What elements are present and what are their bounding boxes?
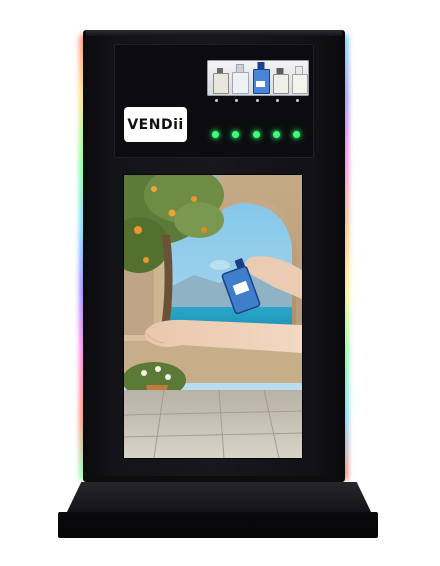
status-led-icon[interactable] [253,131,260,138]
perfume-bottle-icon[interactable] [213,68,229,94]
bottle-slot-dot [235,99,238,102]
perfume-bottle-icon[interactable] [273,68,289,94]
status-led-icon[interactable] [273,131,280,138]
status-led-icon[interactable] [212,131,219,138]
status-led-icon[interactable] [293,131,300,138]
brand-logo: VENDii [124,107,187,142]
brand-logo-text: VENDii [127,116,184,133]
bottle-display-window [207,60,309,96]
display-screen[interactable] [123,174,303,459]
perfume-bottle-icon[interactable] [253,62,270,94]
advertisement-scene [124,175,302,458]
status-led-icon[interactable] [232,131,239,138]
bottle-slot-dot [215,99,218,102]
base-plinth-front [58,512,378,538]
perfume-vending-kiosk: VENDii [0,0,440,566]
bottle-slot-dot [276,99,279,102]
bottle-slot-dot [256,99,259,102]
perfume-bottle-icon[interactable] [292,66,308,94]
base-plinth-top [66,482,372,514]
perfume-bottle-icon[interactable] [232,64,249,94]
cabinet-top-edge [86,30,342,36]
bottle-slot-dot [296,99,299,102]
